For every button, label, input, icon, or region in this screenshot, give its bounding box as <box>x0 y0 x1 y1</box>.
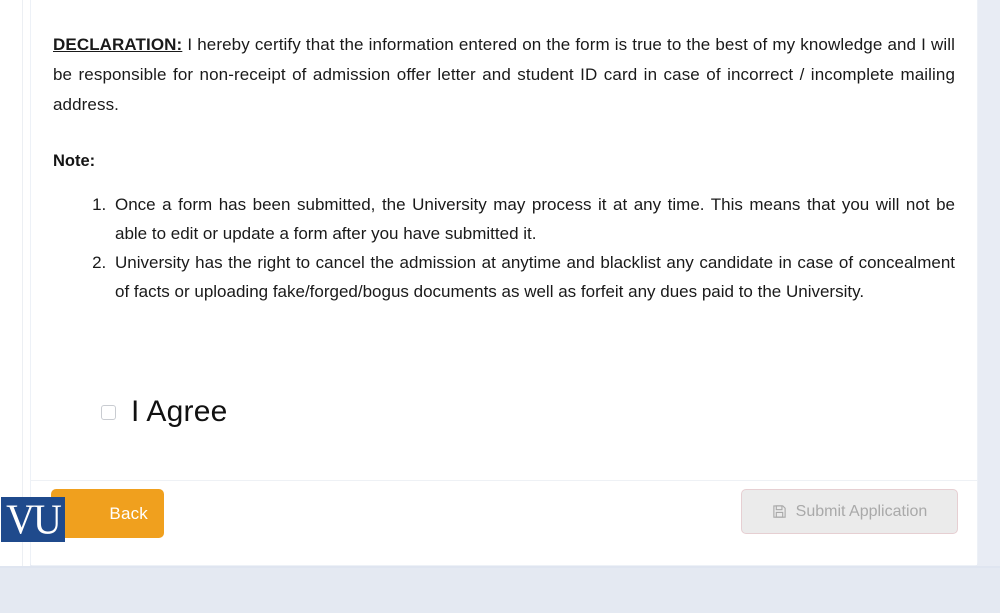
submit-application-label: Submit Application <box>795 502 928 520</box>
declaration-text: I hereby certify that the information en… <box>53 35 955 114</box>
declaration-paragraph: DECLARATION: I hereby certify that the i… <box>53 30 955 120</box>
note-list-item: Once a form has been submitted, the Univ… <box>111 190 955 248</box>
card-footer: Back VU Submit Application <box>1 481 977 565</box>
declaration-label: DECLARATION: <box>53 35 183 54</box>
agree-label: I Agree <box>131 395 228 428</box>
agree-row[interactable]: I Agree <box>101 397 227 427</box>
page-background-edge <box>0 566 1000 568</box>
note-heading: Note: <box>53 152 96 170</box>
submit-application-button[interactable]: Submit Application <box>741 489 958 534</box>
application-card: DECLARATION: I hereby certify that the i… <box>1 0 978 566</box>
vu-logo-text: VU <box>6 497 62 542</box>
agree-checkbox[interactable] <box>101 404 116 420</box>
vu-logo: VU <box>1 497 65 542</box>
note-list-item: University has the right to cancel the a… <box>111 248 955 306</box>
page-background-bottom <box>0 566 1000 613</box>
back-button[interactable]: Back <box>51 489 164 538</box>
note-list: Once a form has been submitted, the Univ… <box>53 190 955 306</box>
save-icon <box>772 504 787 519</box>
left-gutter <box>0 0 30 566</box>
page-root: DECLARATION: I hereby certify that the i… <box>0 0 1000 613</box>
left-gutter-divider <box>22 0 23 566</box>
